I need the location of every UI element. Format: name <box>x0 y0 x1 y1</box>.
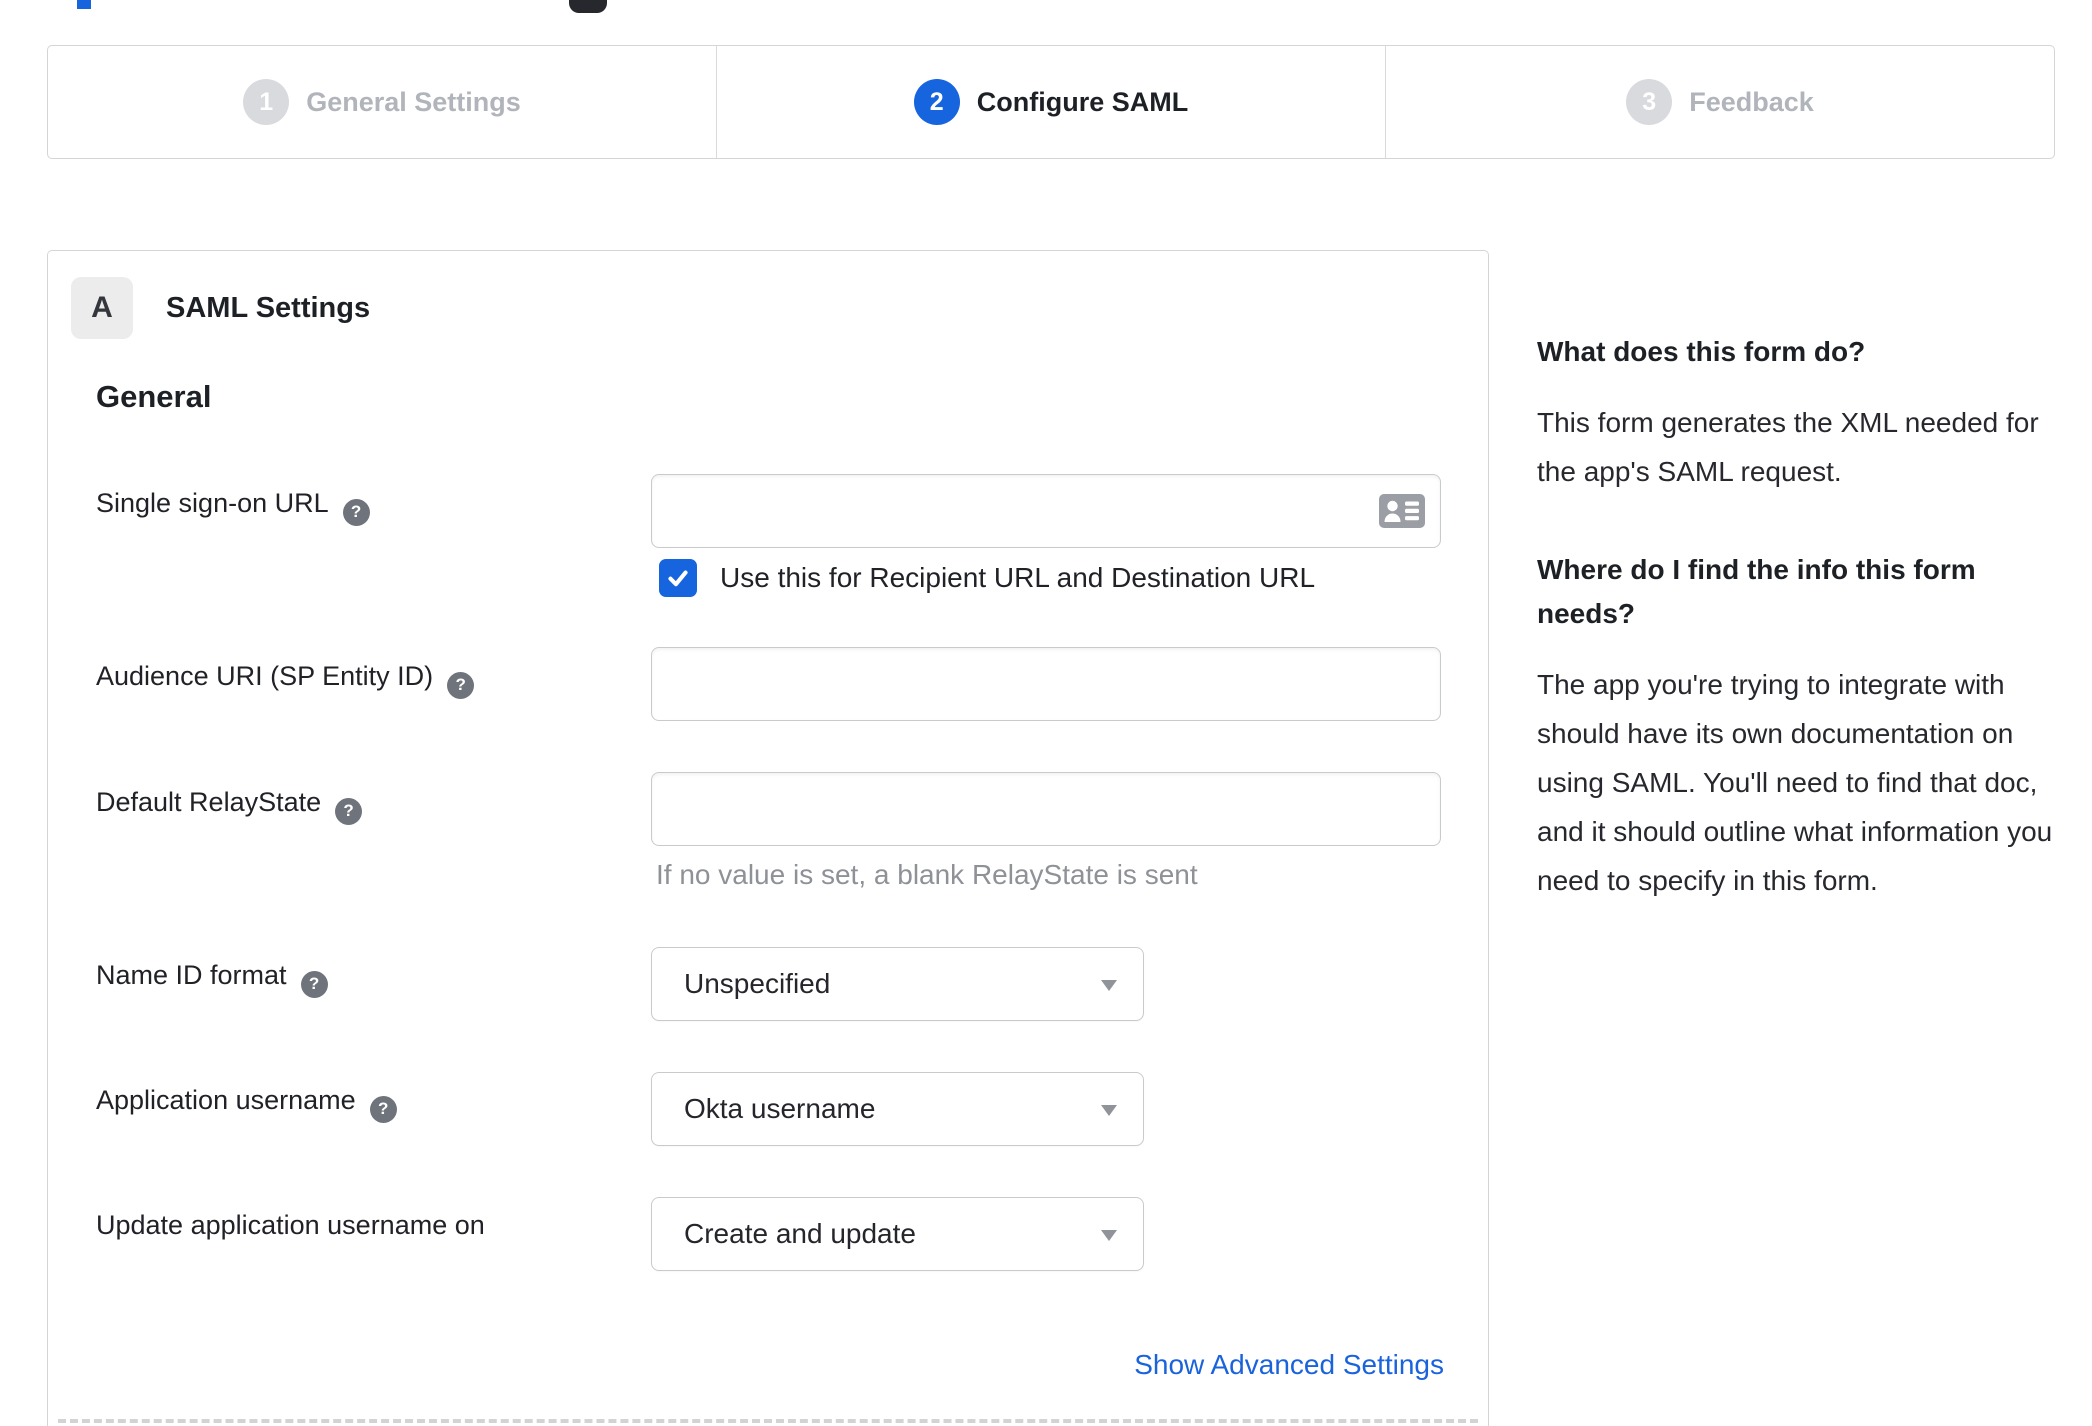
saml-settings-panel: A SAML Settings General Single sign-on U… <box>47 250 1489 1426</box>
sso-url-label: Single sign-on URL? <box>96 488 370 526</box>
help-icon[interactable]: ? <box>369 1095 397 1123</box>
sso-url-input-wrap <box>651 474 1441 548</box>
application-username-label: Application username? <box>96 1085 397 1123</box>
default-relaystate-label: Default RelayState? <box>96 787 363 825</box>
check-icon <box>668 570 688 587</box>
audience-uri-label: Audience URI (SP Entity ID)? <box>96 661 475 699</box>
default-relaystate-input[interactable] <box>651 772 1441 846</box>
help-icon[interactable]: ? <box>335 797 363 825</box>
audience-uri-input[interactable] <box>651 647 1441 721</box>
help-icon[interactable]: ? <box>300 970 328 998</box>
cutoff-dark-fragment <box>569 0 607 13</box>
checkbox-checked[interactable] <box>659 559 697 597</box>
show-advanced-settings-link[interactable]: Show Advanced Settings <box>1134 1349 1444 1381</box>
step-feedback[interactable]: 3 Feedback <box>1385 46 2054 158</box>
caret-down-icon <box>1101 1230 1117 1241</box>
select-value: Okta username <box>684 1093 876 1124</box>
panel-title: SAML Settings <box>166 291 371 324</box>
sidebar-heading-what: What does this form do? <box>1537 336 1866 367</box>
step-label: Feedback <box>1689 86 1814 117</box>
select-value: Unspecified <box>684 968 831 999</box>
caret-down-icon <box>1101 980 1117 991</box>
application-username-select[interactable]: Okta username <box>651 1072 1144 1146</box>
name-id-format-select[interactable]: Unspecified <box>651 947 1144 1021</box>
caret-down-icon <box>1101 1105 1117 1116</box>
help-icon[interactable]: ? <box>342 498 370 526</box>
cutoff-blue-fragment <box>77 0 91 9</box>
section-a-badge: A <box>71 277 133 339</box>
sidebar-body-what: This form generates the XML needed for t… <box>1537 407 2039 487</box>
checkbox-label: Use this for Recipient URL and Destinati… <box>720 562 1316 593</box>
name-id-format-label: Name ID format? <box>96 960 328 998</box>
help-icon[interactable]: ? <box>447 671 475 699</box>
step-number-badge: 2 <box>913 79 960 125</box>
sidebar-body-where: The app you're trying to integrate with … <box>1537 669 2053 896</box>
general-group-heading: General <box>96 379 212 414</box>
step-configure-saml[interactable]: 2 Configure SAML <box>716 46 1385 158</box>
step-label: General Settings <box>306 86 521 117</box>
step-label: Configure SAML <box>976 86 1189 117</box>
dashed-section-divider <box>58 1419 1478 1423</box>
select-value: Create and update <box>684 1218 916 1249</box>
step-number-badge: 1 <box>243 79 290 125</box>
update-application-username-label: Update application username on <box>96 1210 485 1240</box>
help-sidebar: What does this form do? This form genera… <box>1537 330 2059 957</box>
relaystate-hint: If no value is set, a blank RelayState i… <box>656 859 1198 890</box>
step-general-settings[interactable]: 1 General Settings <box>48 46 716 158</box>
wizard-stepper: 1 General Settings 2 Configure SAML 3 Fe… <box>47 45 2055 159</box>
sso-url-input[interactable] <box>651 474 1441 548</box>
panel-header: A SAML Settings <box>71 277 370 339</box>
update-application-username-select[interactable]: Create and update <box>651 1197 1144 1271</box>
step-number-badge: 3 <box>1626 79 1673 125</box>
sidebar-heading-where: Where do I find the info this form needs… <box>1537 554 1976 629</box>
contact-card-icon[interactable] <box>1379 494 1425 528</box>
recipient-url-checkbox-row[interactable]: Use this for Recipient URL and Destinati… <box>659 559 1315 597</box>
